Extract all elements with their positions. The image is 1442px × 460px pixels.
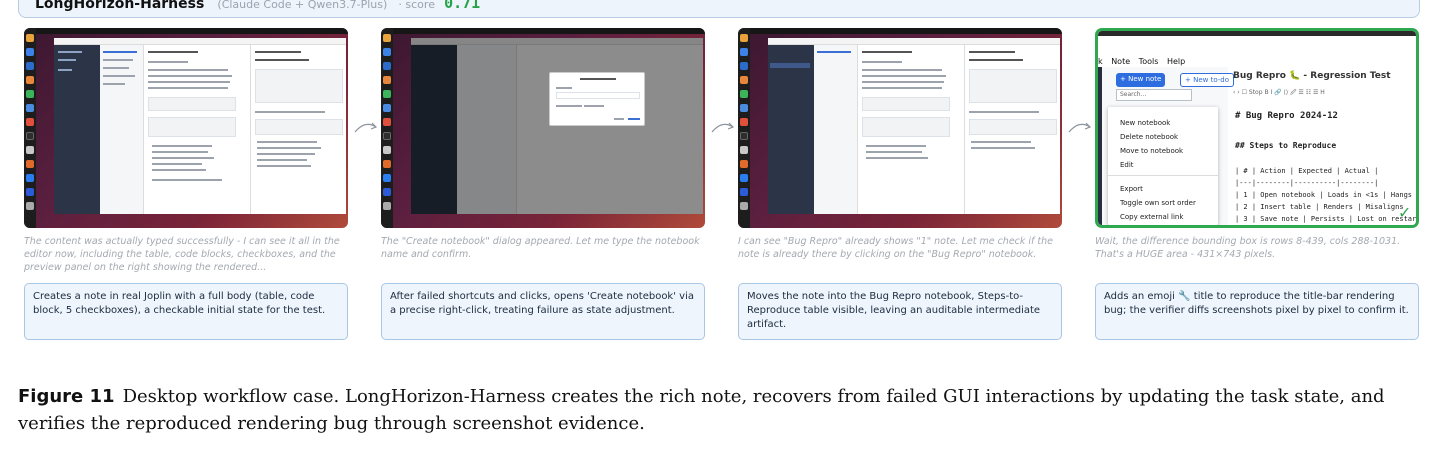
figure-caption-text: Desktop workflow case. LongHorizon-Harne… <box>18 386 1385 434</box>
modal-overlay <box>411 38 703 214</box>
editor-heading-2: ## Steps to Reproduce <box>1235 141 1337 150</box>
note-title: Bug Repro 🐛 - Regression Test <box>1233 71 1391 81</box>
bug-repro-notebook-selected <box>770 63 810 68</box>
menu-help: Help <box>1166 57 1186 66</box>
step-summary-3: Moves the note into the Bug Repro notebo… <box>738 283 1062 340</box>
slides-icon <box>26 118 34 126</box>
joplin-window <box>768 38 1060 214</box>
score-value: 0.71 <box>444 0 481 12</box>
markdown-preview <box>250 45 346 214</box>
search-input: Search... <box>1116 89 1192 101</box>
new-todo-button: + New to-do <box>1180 73 1234 87</box>
app-dock <box>24 28 36 228</box>
menu-tools: Tools <box>1138 57 1159 66</box>
harness-title: LongHorizon-Harness <box>35 0 205 12</box>
agent-reasoning-4: Wait, the difference bounding box is row… <box>1095 236 1401 260</box>
agent-reasoning-3: I can see "Bug Repro" already shows "1" … <box>738 236 1054 260</box>
score-label: · score <box>398 0 435 11</box>
create-notebook-dialog <box>549 72 645 126</box>
help-icon <box>26 174 34 182</box>
editor-heading-1: # Bug Repro 2024-12 <box>1235 111 1338 121</box>
zoom-menubar: k Note Tools Help <box>1098 57 1191 66</box>
checkmark-icon: ✓ <box>1398 203 1412 222</box>
figure-label: Figure 11 <box>18 386 115 407</box>
trash-icon <box>26 202 34 210</box>
files-icon <box>26 146 34 154</box>
ctx-copy-link: Copy external link <box>1120 213 1184 221</box>
flow-arrow-1 <box>354 122 378 133</box>
joplin-window <box>54 38 346 214</box>
screenshot-step-2 <box>381 28 705 228</box>
context-menu: New notebook Delete notebook Move to not… <box>1108 107 1218 225</box>
table-line: | # | Action | Expected | Actual | <box>1235 167 1379 175</box>
case-header: LongHorizon-Harness (Claude Code + Qwen3… <box>18 0 1420 18</box>
ctx-toggle-sort: Toggle own sort order <box>1120 199 1196 207</box>
ctx-edit: Edit <box>1120 161 1134 169</box>
step-summary-1: Creates a note in real Joplin with a ful… <box>24 283 348 340</box>
file-icon <box>26 90 34 98</box>
markdown-editor <box>146 45 246 214</box>
joplin-window <box>411 38 703 214</box>
chrome-icon <box>26 34 34 42</box>
joplin-icon <box>26 188 34 196</box>
agent-reasoning-1: The content was actually typed successfu… <box>24 236 340 273</box>
flow-arrow-3 <box>1068 122 1092 133</box>
agent-reasoning-2: The "Create notebook" dialog appeared. L… <box>381 236 700 260</box>
screenshot-step-1 <box>24 28 348 228</box>
screenshot-step-3 <box>738 28 1062 228</box>
screenshot-step-4-zoomed: k Note Tools Help + New note + New to-do… <box>1095 28 1419 228</box>
table-line: |---|--------|----------|--------| <box>1235 179 1379 187</box>
figure-caption: Figure 11 Desktop workflow case. LongHori… <box>18 383 1428 437</box>
note-list <box>100 45 144 214</box>
app-icon <box>26 48 34 56</box>
table-line: | 2 | Insert table | Renders | Misaligns <box>1235 203 1404 211</box>
store-icon <box>26 160 34 168</box>
vscode-icon <box>26 62 34 70</box>
doc-icon <box>26 104 34 112</box>
notebook-sidebar <box>54 45 100 214</box>
table-line: | 3 | Save note | Persists | Lost on res… <box>1235 215 1419 223</box>
terminal-icon <box>26 132 34 140</box>
flow-arrow-2 <box>711 122 735 133</box>
app-dock <box>381 28 393 228</box>
editor-toolbar: ‹ › ☐ Stop B I 🔗 ⟨⟩ 🖉 ☰ ☷ ☰ H <box>1233 89 1325 96</box>
vlc-icon <box>26 76 34 84</box>
menu-note: Note <box>1111 57 1131 66</box>
new-note-button: + New note <box>1116 73 1166 87</box>
step-summary-4: Adds an emoji 🔧 title to reproduce the t… <box>1095 283 1419 340</box>
table-line: | 1 | Open notebook | Loads in <1s | Han… <box>1235 191 1419 199</box>
ctx-move-to-notebook: Move to notebook <box>1120 147 1184 155</box>
app-dock <box>738 28 750 228</box>
step-summary-2: After failed shortcuts and clicks, opens… <box>381 283 705 340</box>
ctx-delete-notebook: Delete notebook <box>1120 133 1179 141</box>
menu-item: k <box>1098 57 1103 66</box>
harness-subtitle: (Claude Code + Qwen3.7-Plus) <box>217 0 388 11</box>
ctx-new-notebook: New notebook <box>1120 119 1171 127</box>
ctx-export: Export <box>1120 185 1143 193</box>
